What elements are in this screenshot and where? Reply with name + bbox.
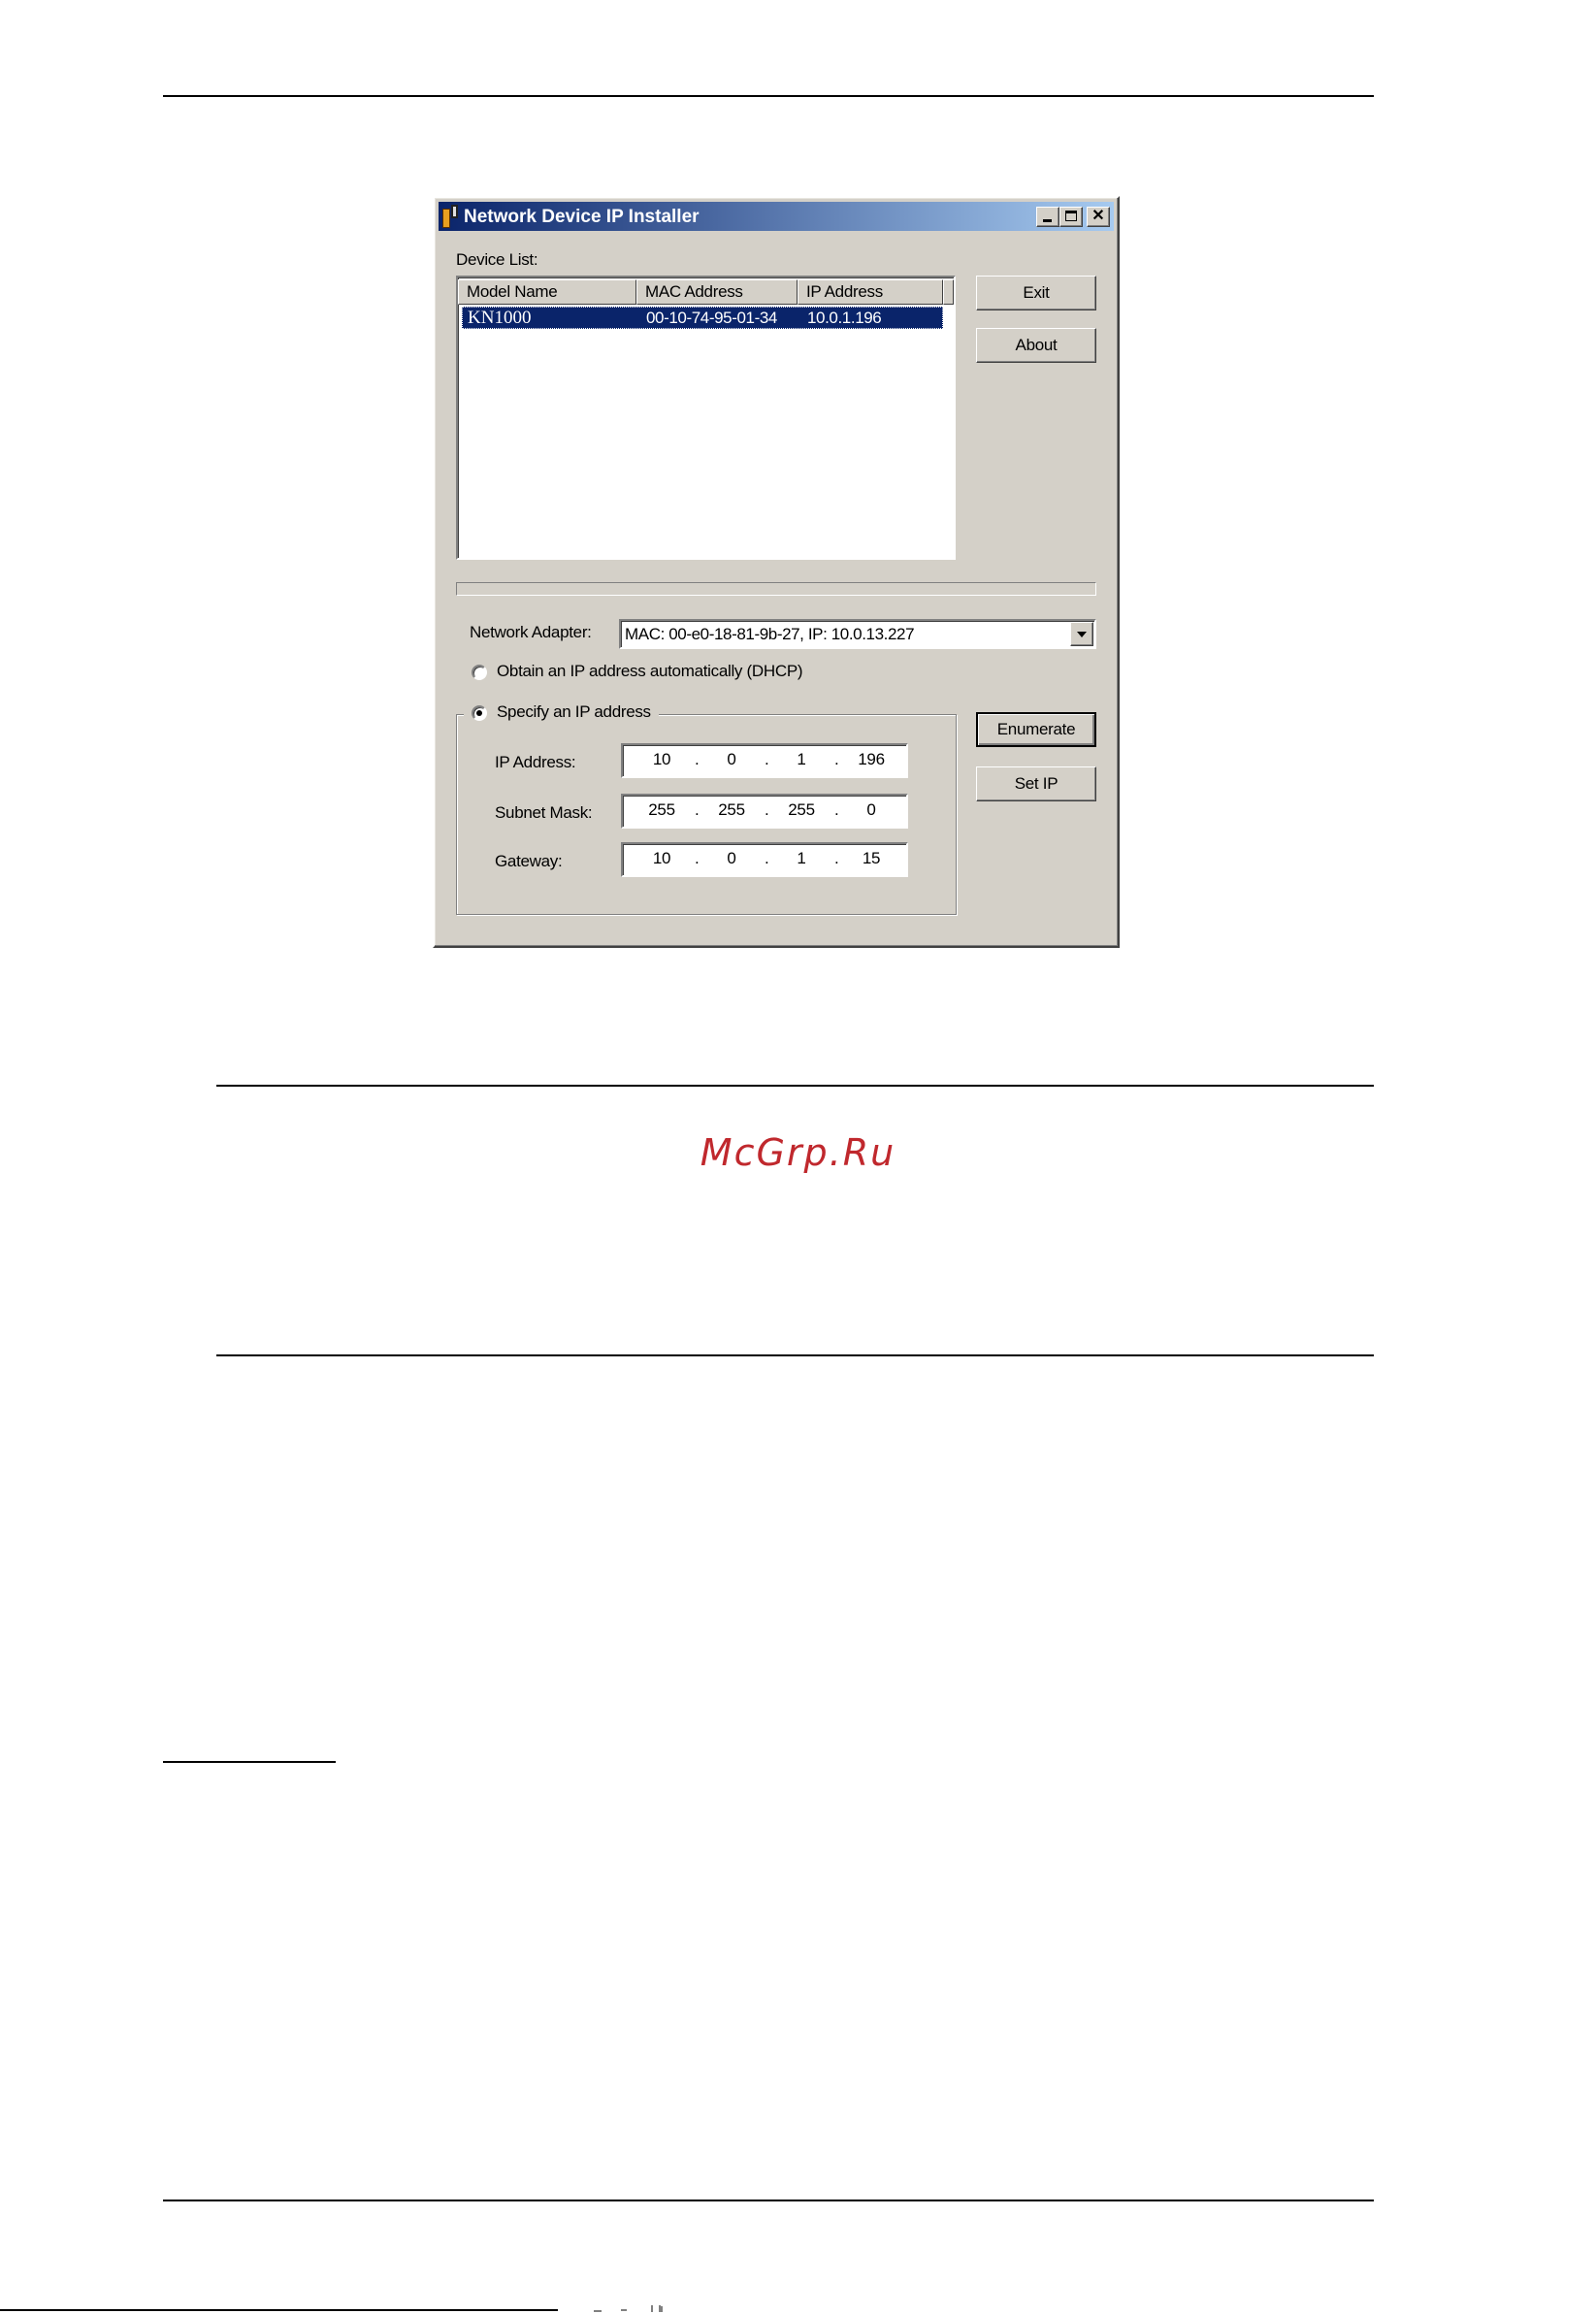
window-title: Network Device IP Installer — [464, 207, 700, 227]
gateway-octet-4[interactable]: 15 — [850, 849, 893, 868]
gateway-dot: . — [834, 849, 839, 867]
footnote-rule — [163, 1761, 336, 1763]
network-adapter-value: MAC: 00-e0-18-81-9b-27, IP: 10.0.13.227 — [625, 625, 915, 643]
set-ip-button[interactable]: Set IP — [976, 766, 1096, 801]
ip-octet-4[interactable]: 196 — [850, 750, 893, 769]
close-button[interactable]: ✕ — [1087, 207, 1110, 227]
minimize-button[interactable] — [1036, 207, 1059, 227]
gateway-dot: . — [765, 849, 769, 867]
enumerate-button[interactable]: Enumerate — [976, 712, 1096, 747]
dhcp-radio[interactable] — [472, 665, 487, 680]
ip-dot: . — [765, 750, 769, 768]
page-bottom-rule — [0, 2309, 558, 2311]
mask-dot: . — [765, 800, 769, 819]
gateway-octet-3[interactable]: 1 — [780, 849, 823, 868]
ip-address-label: IP Address: — [495, 753, 576, 771]
note-rule-bottom — [216, 1354, 1374, 1356]
device-row[interactable]: KN1000 00-10-74-95-01-34 10.0.1.196 — [462, 307, 943, 329]
exit-button[interactable]: Exit — [976, 276, 1096, 310]
mask-dot: . — [695, 800, 700, 819]
device-list-label: Device List: — [456, 250, 538, 269]
mask-octet-2[interactable]: 255 — [710, 800, 753, 820]
ip-octet-3[interactable]: 1 — [780, 750, 823, 769]
progress-bar — [456, 582, 1096, 596]
maximize-icon — [1065, 211, 1077, 221]
mask-octet-1[interactable]: 255 — [640, 800, 683, 820]
about-button[interactable]: About — [976, 328, 1096, 363]
column-header-ip[interactable]: IP Address — [798, 279, 943, 305]
device-model: KN1000 — [468, 308, 532, 328]
ip-installer-window: Network Device IP Installer ✕ Device Lis… — [433, 196, 1120, 948]
header-rule — [163, 95, 1374, 97]
gateway-octet-2[interactable]: 0 — [710, 849, 753, 868]
footer-rule — [163, 2200, 1374, 2201]
mask-octet-3[interactable]: 255 — [780, 800, 823, 820]
device-list[interactable]: Model Name MAC Address IP Address KN1000… — [456, 276, 956, 560]
close-icon: ✕ — [1091, 208, 1105, 224]
title-bar[interactable]: Network Device IP Installer ✕ — [439, 202, 1114, 231]
gateway-field[interactable]: 10 . 0 . 1 . 15 — [621, 842, 908, 877]
gateway-octet-1[interactable]: 10 — [640, 849, 683, 868]
subnet-mask-label: Subnet Mask: — [495, 803, 593, 822]
ip-octet-1[interactable]: 10 — [640, 750, 683, 769]
note-rule-top — [216, 1085, 1374, 1087]
maximize-button[interactable] — [1059, 207, 1083, 227]
device-mac: 00-10-74-95-01-34 — [646, 309, 777, 327]
network-adapter-label: Network Adapter: — [470, 623, 592, 641]
gateway-dot: . — [695, 849, 700, 867]
ip-octet-2[interactable]: 0 — [710, 750, 753, 769]
device-ip: 10.0.1.196 — [807, 309, 882, 327]
page-bottom-marks — [594, 2305, 663, 2312]
network-adapter-select[interactable]: MAC: 00-e0-18-81-9b-27, IP: 10.0.13.227 — [619, 619, 1096, 649]
dhcp-label[interactable]: Obtain an IP address automatically (DHCP… — [497, 662, 803, 681]
subnet-mask-field[interactable]: 255 . 255 . 255 . 0 — [621, 794, 908, 829]
column-header-filler — [943, 279, 954, 305]
watermark: McGrp.Ru — [700, 1131, 896, 1174]
ip-address-field[interactable]: 10 . 0 . 1 . 196 — [621, 743, 908, 778]
mask-octet-4[interactable]: 0 — [850, 800, 893, 820]
dropdown-arrow-icon[interactable] — [1070, 622, 1093, 646]
ip-dot: . — [695, 750, 700, 768]
app-icon — [442, 205, 458, 228]
mask-dot: . — [834, 800, 839, 819]
gateway-label: Gateway: — [495, 852, 563, 870]
ip-dot: . — [834, 750, 839, 768]
static-ip-radio[interactable] — [472, 705, 487, 721]
column-header-mac[interactable]: MAC Address — [636, 279, 798, 305]
static-ip-legend: Specify an IP address — [464, 702, 659, 726]
minimize-icon — [1043, 219, 1052, 222]
column-header-model[interactable]: Model Name — [458, 279, 636, 305]
static-ip-label[interactable]: Specify an IP address — [497, 702, 684, 722]
